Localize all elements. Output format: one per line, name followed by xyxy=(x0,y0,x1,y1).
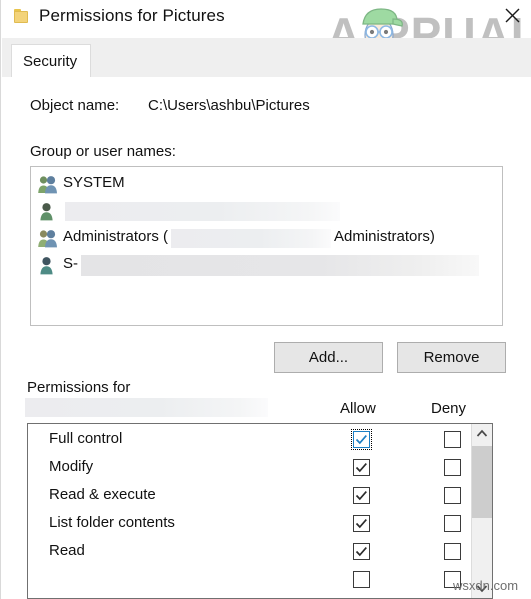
redaction-bar xyxy=(81,255,479,276)
window-title: Permissions for Pictures xyxy=(39,6,225,25)
table-row[interactable]: Read & execute xyxy=(28,482,471,510)
site-watermark: wsxdn.com xyxy=(453,578,519,593)
list-item[interactable]: Administrators ( Administrators) xyxy=(31,225,502,252)
group-user-list[interactable]: SYSTEM Administrators (Administrators) … xyxy=(30,166,503,326)
permission-label: Read xyxy=(49,542,85,559)
remove-button[interactable]: Remove xyxy=(397,342,506,373)
folder-icon xyxy=(14,9,29,23)
add-button[interactable]: Add... xyxy=(274,342,383,373)
list-item[interactable]: S- xyxy=(31,252,502,279)
user-icon xyxy=(37,201,59,222)
tab-strip: Security xyxy=(2,38,531,79)
list-item-label: Administrators ( xyxy=(63,228,169,245)
group-icon xyxy=(37,174,59,195)
list-item[interactable] xyxy=(31,198,502,225)
table-row[interactable]: List folder contents xyxy=(28,510,471,538)
table-row[interactable] xyxy=(28,566,471,594)
object-name-value: C:\Users\ashbu\Pictures xyxy=(148,97,310,114)
tab-security-label: Security xyxy=(23,53,78,70)
allow-column-header: Allow xyxy=(340,400,376,417)
table-row[interactable]: Read xyxy=(28,538,471,566)
list-item[interactable]: SYSTEM xyxy=(31,171,502,198)
deny-checkbox[interactable] xyxy=(444,431,461,448)
redaction-bar xyxy=(25,398,268,417)
list-item-label: SYSTEM xyxy=(63,174,125,191)
object-name-label: Object name: xyxy=(30,97,120,114)
chevron-up-icon[interactable] xyxy=(472,424,492,444)
redaction-bar xyxy=(171,229,331,248)
vertical-scrollbar[interactable] xyxy=(471,424,492,598)
deny-checkbox[interactable] xyxy=(444,515,461,532)
allow-checkbox[interactable] xyxy=(351,429,372,450)
redaction-bar xyxy=(65,202,340,221)
deny-checkbox[interactable] xyxy=(444,487,461,504)
user-icon xyxy=(37,255,59,276)
permission-label: Full control xyxy=(49,430,123,447)
table-row[interactable]: Modify xyxy=(28,454,471,482)
list-item-label: S- xyxy=(63,255,78,272)
group-icon xyxy=(37,228,59,249)
deny-column-header: Deny xyxy=(431,400,467,417)
permissions-for-label: Permissions for xyxy=(27,379,131,396)
allow-checkbox[interactable] xyxy=(353,571,370,588)
allow-checkbox[interactable] xyxy=(353,543,370,560)
tab-security[interactable]: Security xyxy=(11,44,91,79)
deny-checkbox[interactable] xyxy=(444,459,461,476)
group-list-label: Group or user names: xyxy=(30,143,176,160)
deny-checkbox[interactable] xyxy=(444,543,461,560)
permissions-dialog: Permissions for Pictures A PPUAL Securit… xyxy=(0,0,531,599)
dialog-content: Object name: C:\Users\ashbu\Pictures Gro… xyxy=(2,77,531,599)
permission-label: Modify xyxy=(49,458,94,475)
close-button[interactable] xyxy=(497,2,527,28)
allow-checkbox[interactable] xyxy=(353,459,370,476)
scrollbar-thumb[interactable] xyxy=(472,446,492,518)
allow-checkbox[interactable] xyxy=(353,515,370,532)
list-item-label-suffix: Administrators) xyxy=(334,228,435,245)
permission-label: List folder contents xyxy=(49,514,175,531)
permissions-table[interactable]: Full control Modify Read & execute List … xyxy=(27,423,493,599)
title-bar: Permissions for Pictures A PPUALS xyxy=(1,0,531,61)
allow-checkbox[interactable] xyxy=(353,487,370,504)
permission-label: Read & execute xyxy=(49,486,156,503)
table-row[interactable]: Full control xyxy=(28,426,471,454)
